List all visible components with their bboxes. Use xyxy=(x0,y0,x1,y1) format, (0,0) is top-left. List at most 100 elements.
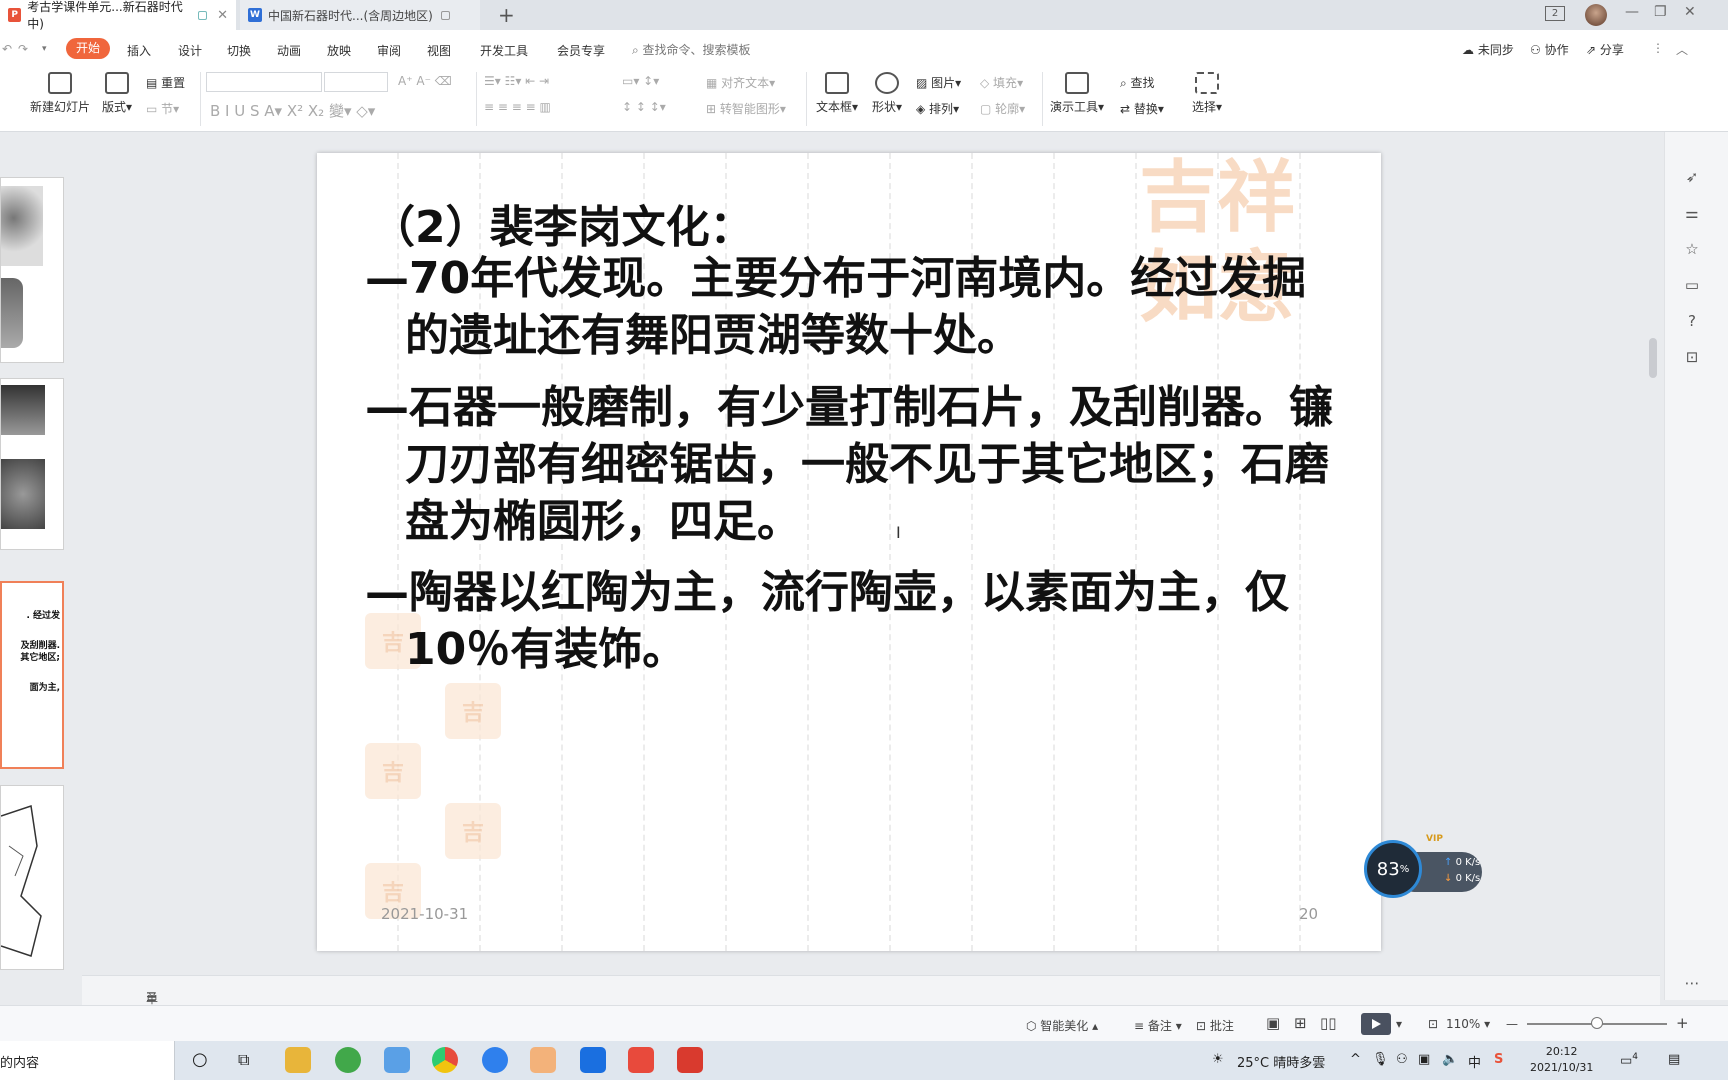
slide-sorter-icon[interactable]: ⊞ xyxy=(1294,1014,1307,1032)
font-family-select[interactable] xyxy=(206,72,322,92)
slide-thumbnail[interactable] xyxy=(0,785,64,970)
bullet-item[interactable]: —70年代发现。主要分布于河南境内。经过发掘的遗址还有舞阳贾湖等数十处。 xyxy=(365,250,1345,364)
undo-icon[interactable]: ↶ xyxy=(2,42,12,56)
list-icons[interactable]: ☰▾ ☷▾ ⇤ ⇥ xyxy=(484,74,549,88)
help-icon[interactable]: ? xyxy=(1683,312,1701,330)
scrollbar-thumb[interactable] xyxy=(1649,338,1657,378)
notification-icon[interactable]: ▭4 xyxy=(1620,1052,1638,1068)
slide-thumbnail-selected[interactable]: . 经过发 及刮削器. 其它地区; 面为主, xyxy=(0,581,64,769)
zoom-level[interactable]: 110% ▾ xyxy=(1446,1017,1490,1031)
active-app-icon[interactable] xyxy=(530,1047,556,1073)
align-icons[interactable]: ≡ ≡ ≡ ≡ ▥ xyxy=(484,100,551,114)
slide-thumbnail[interactable] xyxy=(0,378,64,550)
tab-member[interactable]: 会员专享 xyxy=(557,42,605,59)
tencent-meeting-icon[interactable] xyxy=(580,1047,606,1073)
bullet-item[interactable]: —陶器以红陶为主，流行陶壶，以素面为主，仅10％有装饰。 xyxy=(365,564,1345,678)
comments-button[interactable]: ⊡ 批注 xyxy=(1196,1017,1234,1034)
command-search[interactable]: ⌕ 查找命令、搜索模板 xyxy=(632,41,751,58)
tab-start[interactable]: 开始 xyxy=(66,38,110,59)
font-grow-icon[interactable]: A⁺ A⁻ ⌫ xyxy=(398,74,452,88)
browser-icon[interactable] xyxy=(335,1047,361,1073)
tab-document[interactable]: W 中国新石器时代...(含周边地区) xyxy=(240,0,480,30)
tab-transition[interactable]: 切换 xyxy=(227,42,251,59)
replace-button[interactable]: ⇄ 替换▾ xyxy=(1120,100,1164,117)
action-center-icon[interactable]: ▤ xyxy=(1668,1052,1680,1067)
redo-icon[interactable]: ↷ xyxy=(18,42,28,56)
vertical-scrollbar[interactable] xyxy=(1648,138,1658,958)
zoom-out-button[interactable]: — xyxy=(1506,1017,1518,1031)
reading-view-icon[interactable]: ▯▯ xyxy=(1320,1014,1337,1032)
file-explorer-icon[interactable] xyxy=(285,1047,311,1073)
present-tools-button[interactable]: 演示工具▾ xyxy=(1050,72,1104,115)
tab-slideshow[interactable]: 放映 xyxy=(327,42,351,59)
window-count-badge[interactable]: 2 xyxy=(1545,6,1565,21)
network-icon[interactable]: ▣ xyxy=(1418,1052,1430,1067)
minimize-icon[interactable]: — xyxy=(1625,4,1639,20)
sync-status[interactable]: ☁ 未同步 xyxy=(1462,41,1514,58)
network-meter-widget[interactable]: 83% ↑ 0 K/s ↓ 0 K/s VIP xyxy=(1364,834,1484,900)
outline-button[interactable]: ▢ 轮廓▾ xyxy=(980,100,1025,117)
select-button[interactable]: 选择▾ xyxy=(1192,72,1222,115)
chevron-down-icon[interactable]: ▾ xyxy=(1396,1017,1402,1031)
zoom-in-button[interactable]: + xyxy=(1676,1014,1689,1032)
picture-button[interactable]: ▨ 图片▾ xyxy=(916,74,961,91)
slide-title[interactable]: （2）裴李岗文化： xyxy=(371,191,754,255)
new-slide-button[interactable]: 新建幻灯片 xyxy=(30,72,90,115)
layout-button[interactable]: 版式▾ xyxy=(102,72,132,115)
line-spacing-icon[interactable]: ↕ ↕ ↕▾ xyxy=(622,100,666,114)
reset-button[interactable]: ▤ 重置 xyxy=(146,74,185,91)
weather-text[interactable]: 25°C 晴時多雲 xyxy=(1237,1052,1325,1071)
bullet-item[interactable]: —石器一般磨制，有少量打制石片，及刮削器。镰刀刃部有细密锯齿，一般不见于其它地区… xyxy=(365,379,1345,550)
more-icon[interactable]: ⋯ xyxy=(1683,974,1701,992)
close-window-icon[interactable]: ✕ xyxy=(1684,4,1696,20)
avatar[interactable] xyxy=(1585,4,1607,26)
play-slideshow-button[interactable] xyxy=(1361,1013,1391,1035)
tab-design[interactable]: 设计 xyxy=(178,42,202,59)
slide-thumbnail[interactable] xyxy=(0,177,64,363)
close-icon[interactable]: ✕ xyxy=(217,8,228,23)
comment-icon[interactable]: ▭ xyxy=(1683,276,1701,294)
slide-canvas[interactable]: 吉祥 如意 吉 吉 吉 吉 吉 （2）裴李岗文化： —70年代发现。主要分布于河南… xyxy=(317,153,1381,951)
slide-thumbnails-panel[interactable]: . 经过发 及刮削器. 其它地区; 面为主, xyxy=(0,132,72,972)
normal-view-icon[interactable]: ▣ xyxy=(1266,1014,1280,1032)
fit-window-icon[interactable]: ⊡ xyxy=(1428,1017,1438,1031)
tray-expand-icon[interactable]: ^ xyxy=(1350,1052,1361,1067)
chrome-icon[interactable] xyxy=(432,1047,458,1073)
tab-animation[interactable]: 动画 xyxy=(277,42,301,59)
notes-bar[interactable]: ☰ 单击此处添加备注 xyxy=(82,975,1660,1080)
fill-button[interactable]: ◇ 填充▾ xyxy=(980,74,1023,91)
collaborate-button[interactable]: ⚇ 协作 xyxy=(1530,41,1569,58)
wps-office-icon[interactable] xyxy=(628,1047,654,1073)
new-tab-button[interactable]: + xyxy=(498,3,515,27)
notes-toggle-button[interactable]: ≡ 备注 ▾ xyxy=(1134,1017,1182,1034)
ime-indicator[interactable]: 中 xyxy=(1468,1052,1481,1071)
volume-icon[interactable]: 🔈 xyxy=(1442,1052,1458,1067)
mic-icon[interactable]: 🎙 xyxy=(1372,1052,1389,1067)
wps-presentation-icon[interactable] xyxy=(677,1047,703,1073)
find-button[interactable]: ⌕ 查找 xyxy=(1120,74,1155,91)
tab-presentation[interactable]: P 考古学课件单元...新石器时代中) ✕ xyxy=(0,0,236,31)
shape-button[interactable]: 形状▾ xyxy=(872,72,902,115)
chevron-down-icon[interactable]: ▾ xyxy=(42,44,47,54)
align-text-button[interactable]: ▦ 对齐文本▾ xyxy=(706,74,775,91)
share-button[interactable]: ⇗ 分享 xyxy=(1586,41,1624,58)
rocket-icon[interactable]: ➶ xyxy=(1683,168,1701,186)
smart-beautify-button[interactable]: ⬡ 智能美化 ▴ xyxy=(1026,1017,1098,1034)
text-format-icons[interactable]: B I U S A▾ X² X₂ 變▾ ◇▾ xyxy=(210,100,375,121)
smart-shape-button[interactable]: ⊞ 转智能图形▾ xyxy=(706,100,786,117)
font-size-select[interactable] xyxy=(324,72,388,92)
weather-icon[interactable]: ☀ xyxy=(1212,1052,1224,1067)
star-icon[interactable]: ☆ xyxy=(1683,240,1701,258)
tab-insert[interactable]: 插入 xyxy=(127,42,151,59)
arrange-button[interactable]: ◈ 排列▾ xyxy=(916,100,959,117)
tab-review[interactable]: 审阅 xyxy=(377,42,401,59)
task-view-icon[interactable]: ⧉ xyxy=(238,1050,249,1070)
zoom-slider-handle[interactable] xyxy=(1591,1017,1603,1029)
settings-slider-icon[interactable]: ⚌ xyxy=(1683,204,1701,222)
cortana-icon[interactable]: ○ xyxy=(192,1049,208,1070)
tab-developer[interactable]: 开发工具 xyxy=(480,42,528,59)
textbox-button[interactable]: 文本框▾ xyxy=(816,72,858,115)
user-icon[interactable]: ⚇ xyxy=(1396,1052,1408,1067)
system-clock[interactable]: 20:12 2021/10/31 xyxy=(1530,1044,1593,1076)
text-direction-icon[interactable]: ▭▾ ↕▾ xyxy=(622,74,659,88)
